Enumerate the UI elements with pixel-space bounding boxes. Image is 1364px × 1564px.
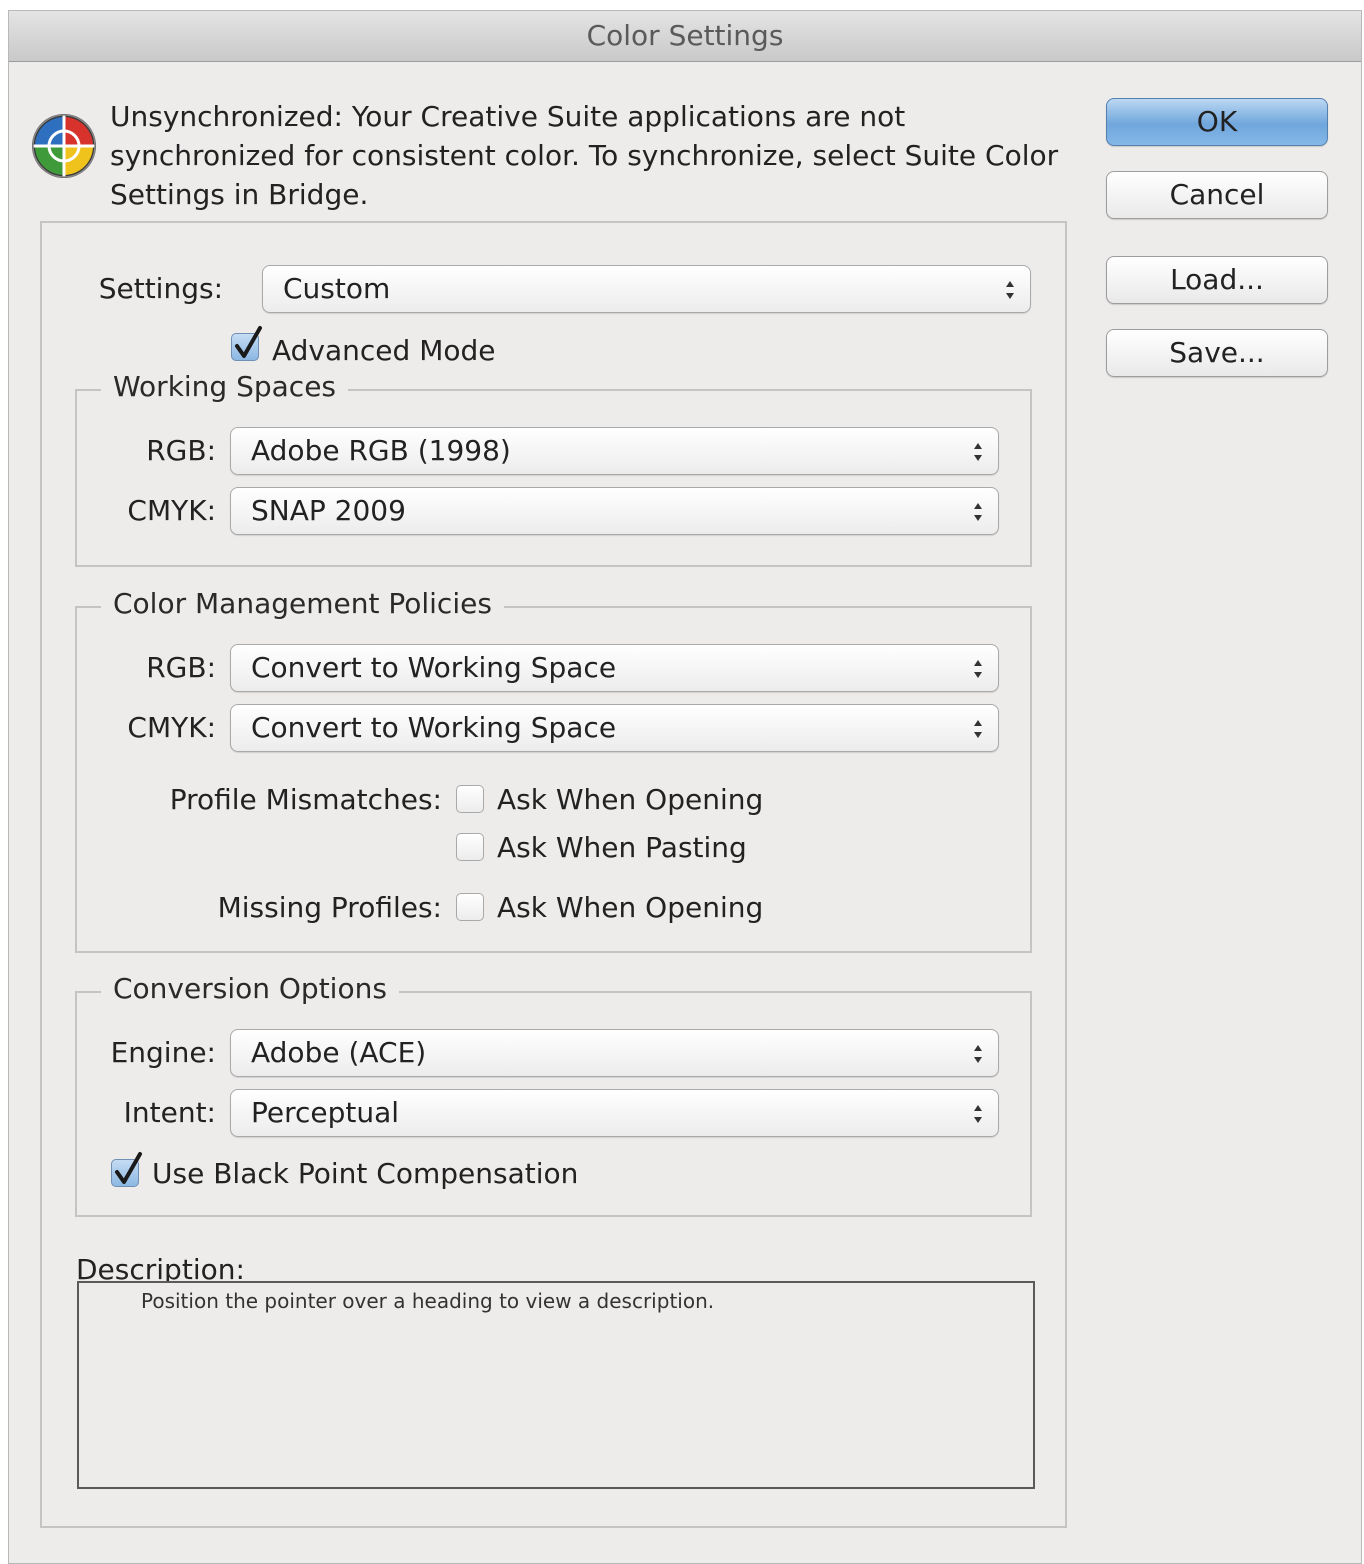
policy-cmyk-select[interactable]: Convert to Working Space [230,704,999,752]
sync-message: Unsynchronized: Your Creative Suite appl… [110,100,1059,211]
checkmark-icon [235,326,262,358]
missing-ask-opening-label: Ask When Opening [497,891,764,924]
black-point-compensation-checkbox[interactable] [111,1152,142,1187]
engine-label: Engine: [110,1036,216,1069]
ws-cmyk-value: SNAP 2009 [251,494,406,527]
load-button[interactable]: Load... [1106,256,1328,304]
intent-value: Perceptual [251,1096,400,1129]
policy-rgb-value: Convert to Working Space [251,651,617,684]
description-text: Position the pointer over a heading to v… [141,1289,715,1313]
policy-cmyk-value: Convert to Working Space [251,711,617,744]
working-spaces-title: Working Spaces [101,369,349,405]
missing-profiles-label: Missing Profiles: [217,891,442,924]
chevron-updown-icon [974,660,982,678]
policy-rgb-label: RGB: [146,651,216,684]
policy-rgb-select[interactable]: Convert to Working Space [230,644,999,692]
cancel-button[interactable]: Cancel [1106,171,1328,219]
conversion-title: Conversion Options [101,971,399,1007]
chevron-updown-icon [974,720,982,738]
ws-rgb-value: Adobe RGB (1998) [251,434,511,467]
settings-value: Custom [283,272,391,305]
title-bar[interactable]: Color Settings [9,11,1361,62]
mismatch-ask-pasting-checkbox[interactable] [456,833,484,861]
ws-rgb-label: RGB: [146,434,216,467]
settings-label: Settings: [98,272,223,305]
chevron-updown-icon [1006,281,1014,299]
policies-title: Color Management Policies [101,586,504,622]
ok-button[interactable]: OK [1106,98,1328,146]
checkmark-icon [115,1152,142,1184]
ws-cmyk-select[interactable]: SNAP 2009 [230,487,999,535]
advanced-mode-label: Advanced Mode [272,334,496,367]
chevron-updown-icon [974,1105,982,1123]
window-title: Color Settings [586,19,784,52]
black-point-compensation-label: Use Black Point Compensation [152,1157,579,1190]
conversion-options-group: Conversion Options Engine: Adobe (ACE) I… [75,971,1032,1217]
missing-ask-opening-checkbox[interactable] [456,893,484,921]
ws-cmyk-label: CMYK: [127,494,216,527]
description-box: Position the pointer over a heading to v… [77,1281,1035,1489]
policy-cmyk-label: CMYK: [127,711,216,744]
color-management-policies-group: Color Management Policies RGB: Convert t… [75,586,1032,953]
settings-select[interactable]: Custom [262,265,1031,313]
engine-select[interactable]: Adobe (ACE) [230,1029,999,1077]
ws-rgb-select[interactable]: Adobe RGB (1998) [230,427,999,475]
engine-value: Adobe (ACE) [251,1036,427,1069]
save-button[interactable]: Save... [1106,329,1328,377]
chevron-updown-icon [974,503,982,521]
color-sync-icon [32,114,96,178]
intent-label: Intent: [123,1096,216,1129]
advanced-mode-checkbox[interactable] [231,326,262,361]
chevron-updown-icon [974,443,982,461]
mismatch-ask-pasting-label: Ask When Pasting [497,831,747,864]
working-spaces-group: Working Spaces RGB: Adobe RGB (1998) CMY… [75,369,1032,567]
intent-select[interactable]: Perceptual [230,1089,999,1137]
mismatch-ask-opening-checkbox[interactable] [456,785,484,813]
profile-mismatches-label: Profile Mismatches: [169,783,442,816]
mismatch-ask-opening-label: Ask When Opening [497,783,764,816]
color-settings-dialog: Color Settings Unsynchronized: Your Crea… [8,10,1362,1564]
chevron-updown-icon [974,1045,982,1063]
